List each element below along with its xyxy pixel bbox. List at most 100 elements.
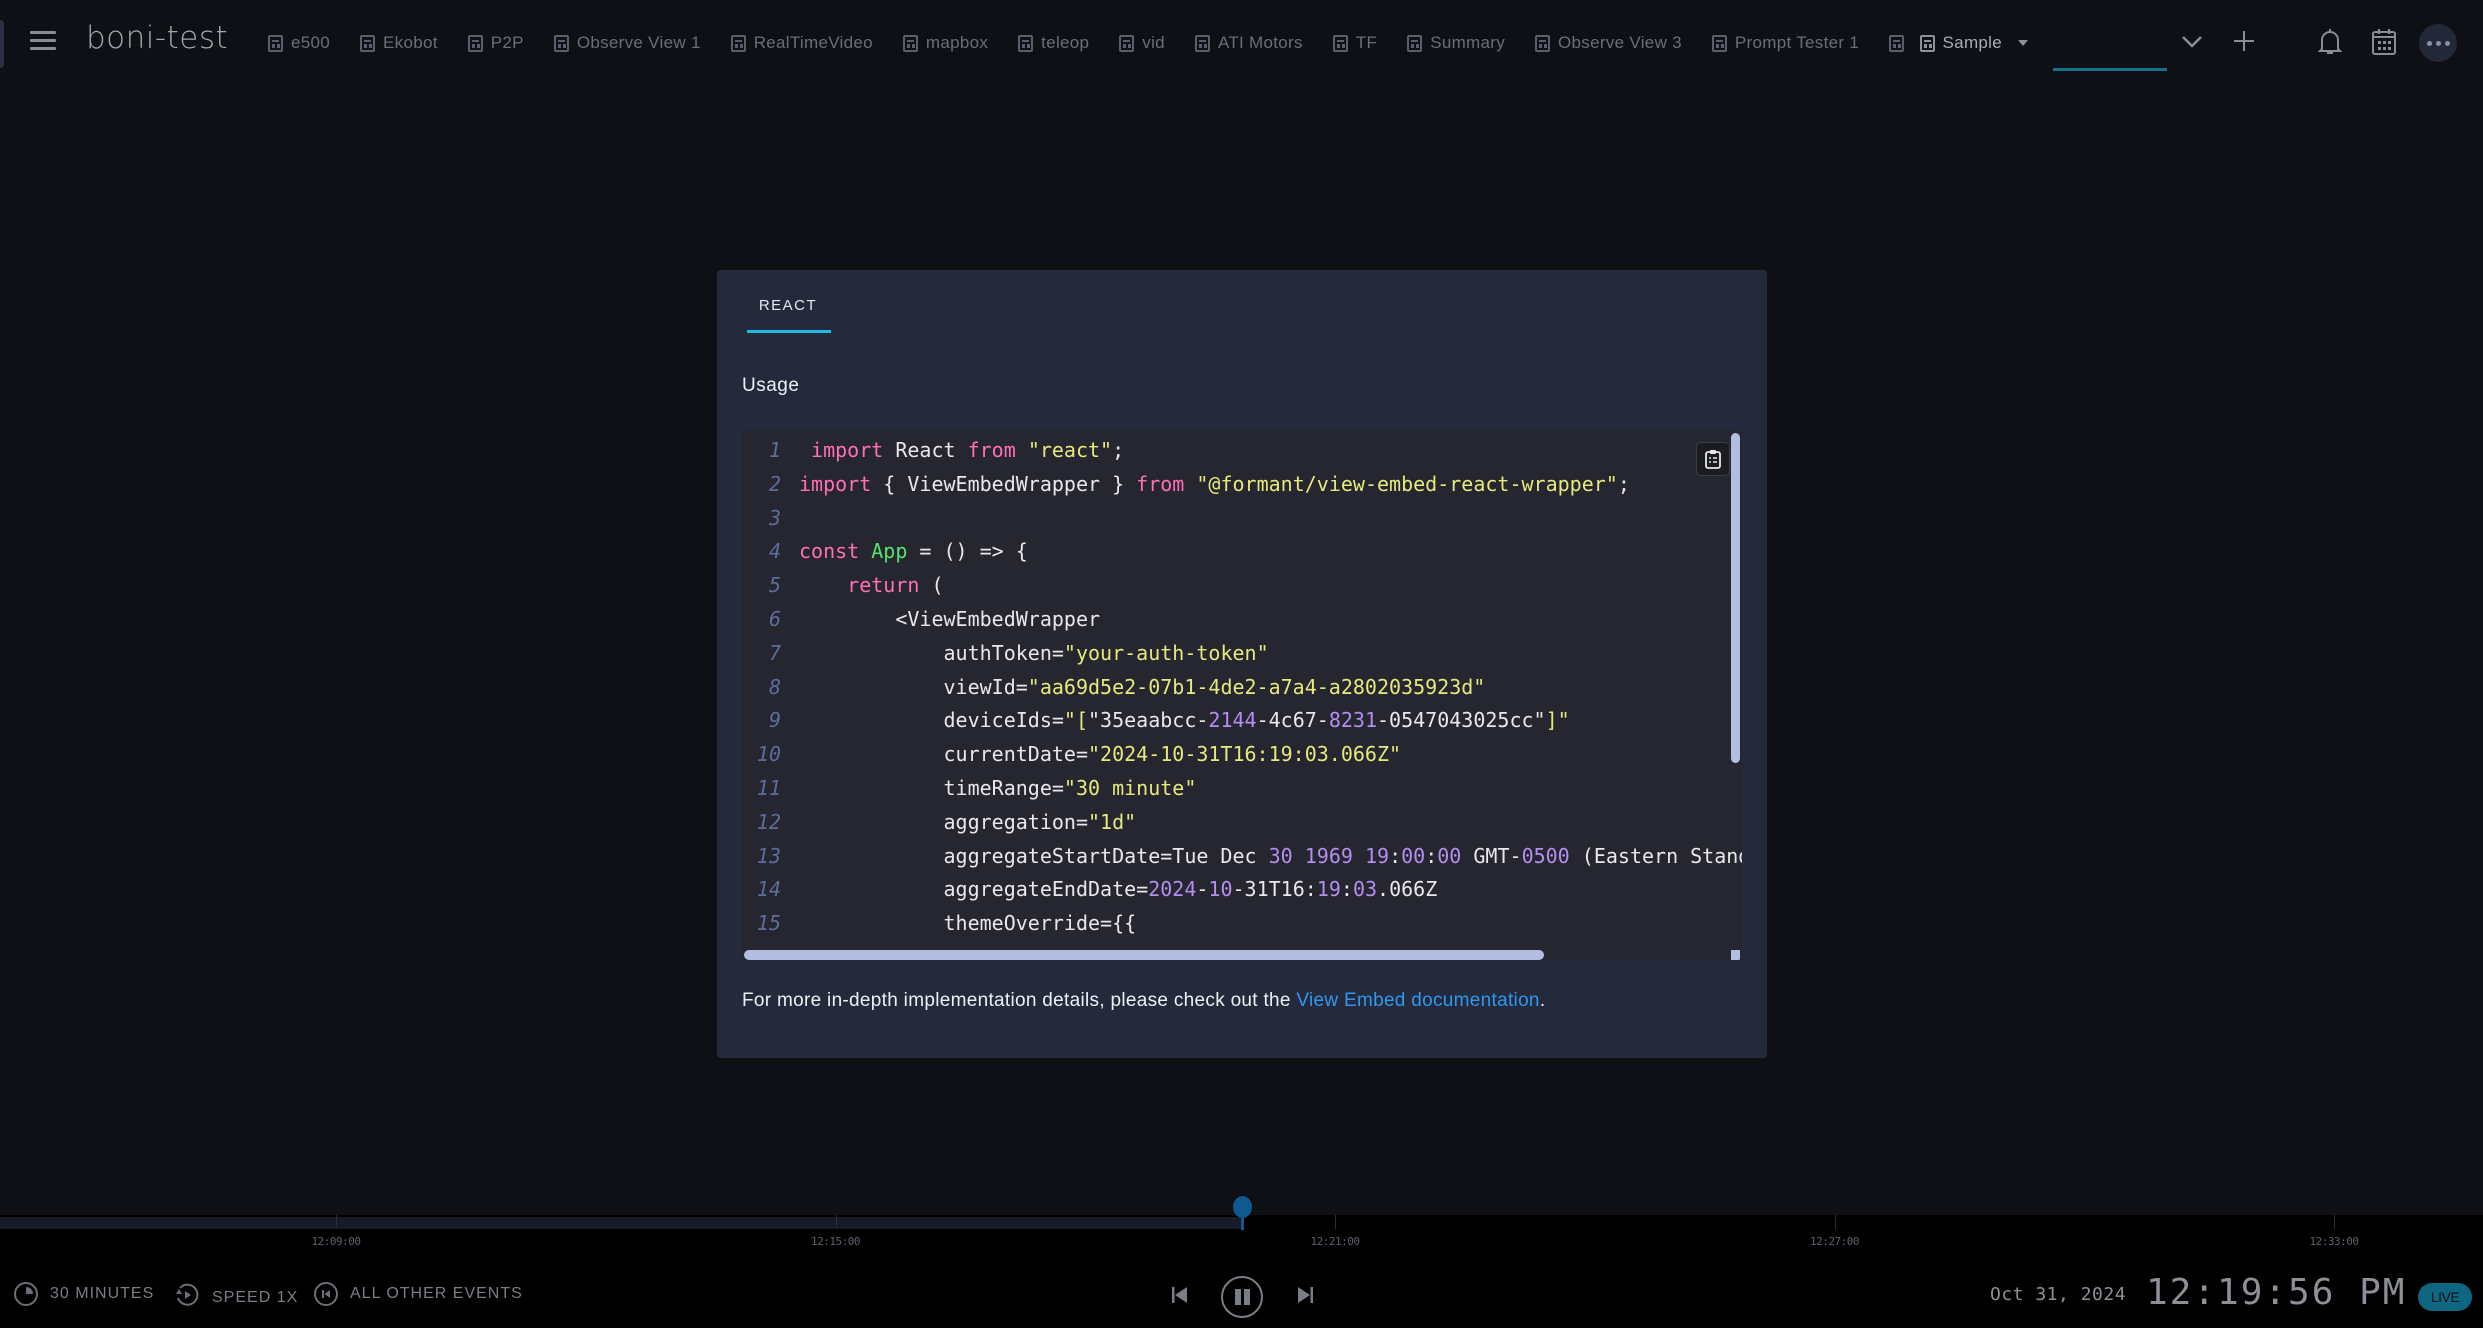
add-tab-button[interactable] xyxy=(2232,29,2256,53)
tick-mark xyxy=(2334,1215,2335,1229)
tab-realtimevideo[interactable]: RealTimeVideo xyxy=(730,33,873,53)
current-date: Oct 31, 2024 xyxy=(1990,1284,2127,1305)
code-line: 8 viewId="aa69d5e2-07b1-4de2-a7a4-a28020… xyxy=(742,671,1742,705)
code-token: -0547043025cc" xyxy=(1377,708,1546,733)
dashboard-icon xyxy=(1332,34,1348,52)
tick-label: 12:27:00 xyxy=(1810,1235,1859,1248)
menu-icon[interactable] xyxy=(30,31,56,53)
code-token: "your-auth-token" xyxy=(1063,640,1269,665)
time-range-button[interactable]: 30 MINUTES xyxy=(14,1282,154,1306)
vertical-scrollbar[interactable] xyxy=(1731,433,1740,763)
code-line: 6 <ViewEmbedWrapper xyxy=(742,603,1742,637)
code-token: App xyxy=(871,539,908,564)
code-token: return xyxy=(847,573,920,598)
code-text: aggregateEndDate=2024-10-31T16:19:03.066… xyxy=(799,873,1437,907)
tab-e500[interactable]: e500 xyxy=(268,33,330,53)
code-text: themeOverride={{ xyxy=(799,907,1136,941)
pause-button[interactable] xyxy=(1221,1276,1263,1318)
code-line: 7 authToken="your-auth-token" xyxy=(742,637,1742,671)
code-block: 1 import React from "react"; 2 import { Vi… xyxy=(742,430,1742,960)
line-number: 9 xyxy=(768,708,781,733)
tab-label: teleop xyxy=(1041,33,1090,52)
code-text: const App = () => { xyxy=(799,535,1028,569)
tab-react[interactable]: REACT xyxy=(747,297,829,314)
code-token: import xyxy=(811,438,884,462)
code-token: viewId= xyxy=(799,674,1028,699)
copy-button[interactable] xyxy=(1696,442,1730,476)
tab-sample[interactable]: Sample xyxy=(1919,33,2028,53)
timeline-scrubber[interactable] xyxy=(1233,1196,1252,1218)
skip-back-icon[interactable] xyxy=(1170,1285,1190,1305)
code-lines: 1 import React from "react"; 2 import { Vi… xyxy=(742,434,1742,941)
tab-ati-motors[interactable]: ATI Motors xyxy=(1194,33,1303,53)
tab-vid[interactable]: vid xyxy=(1119,33,1165,53)
bell-icon[interactable] xyxy=(2316,27,2344,57)
code-token: 03 xyxy=(1352,877,1378,902)
tab-observe-view-1[interactable]: Observe View 1 xyxy=(553,33,701,53)
tab-label: Sample xyxy=(1942,33,2002,52)
code-token: authToken= xyxy=(799,640,1064,665)
code-line: 4 const App = () => { xyxy=(742,535,1742,569)
horizontal-scrollbar[interactable] xyxy=(744,950,1544,960)
scrollbar-corner xyxy=(1731,950,1740,960)
skip-forward-icon[interactable] xyxy=(1295,1285,1315,1305)
tick-mark xyxy=(835,1215,837,1229)
line-number: 2 xyxy=(768,471,781,496)
speed-button[interactable]: SPEED 1X xyxy=(174,1282,298,1313)
tab-tf[interactable]: TF xyxy=(1332,33,1377,53)
code-token: : xyxy=(1389,843,1402,868)
tab-label: Ekobot xyxy=(383,33,438,52)
tab-label: e500 xyxy=(291,33,331,52)
chevron-down-icon[interactable] xyxy=(2180,30,2204,54)
code-line: 5 return ( xyxy=(742,569,1742,603)
tab-mapbox[interactable]: mapbox xyxy=(902,33,988,53)
code-text: return ( xyxy=(799,569,943,603)
dashboard-icon xyxy=(1919,34,1935,52)
skip-events-icon xyxy=(314,1282,338,1306)
code-line: 12 aggregation="1d" xyxy=(742,806,1742,840)
code-token: - xyxy=(1196,877,1209,902)
code-token: 8231 xyxy=(1328,708,1378,733)
dashboard-icon xyxy=(1535,34,1551,52)
tab-prompt-tester-1[interactable]: Prompt Tester 1 xyxy=(1711,33,1859,53)
view-tabs: e500 Ekobot P2P Observe View 1 RealTimeVideo… xyxy=(268,26,2058,60)
tab-p2p[interactable]: P2P xyxy=(467,33,524,53)
code-token: "react" xyxy=(1027,438,1113,462)
code-token: "@formant/view-embed-react-wrapper" xyxy=(1196,471,1618,496)
dashboard-icon xyxy=(1119,34,1135,52)
live-button[interactable]: LIVE xyxy=(2418,1283,2472,1311)
code-token: ; xyxy=(1112,438,1125,462)
code-token: GMT- xyxy=(1461,843,1522,868)
code-text: deviceIds="["35eaabcc-2144-4c67-8231-054… xyxy=(799,704,1570,738)
tab-ekobot[interactable]: Ekobot xyxy=(360,33,438,53)
active-tab-indicator xyxy=(2053,68,2167,71)
dashboard-icon xyxy=(553,34,569,52)
tab-everything[interactable]: everything xyxy=(1889,33,1914,53)
view-embed-docs-link[interactable]: View Embed documentation xyxy=(1296,990,1539,1011)
sidebar-handle[interactable] xyxy=(0,20,4,68)
code-text: authToken="your-auth-token" xyxy=(799,637,1269,671)
calendar-icon[interactable] xyxy=(2370,27,2398,57)
code-token: from xyxy=(967,438,1016,462)
tab-label: P2P xyxy=(490,33,524,52)
line-number: 7 xyxy=(768,640,781,665)
more-options-button[interactable] xyxy=(2419,24,2457,62)
code-text: <ViewEmbedWrapper xyxy=(799,603,1100,637)
app-title: boni-test xyxy=(86,20,229,56)
tab-observe-view-3[interactable]: Observe View 3 xyxy=(1535,33,1682,53)
code-token: aggregation= xyxy=(799,809,1088,834)
tab-summary[interactable]: Summary xyxy=(1407,33,1505,53)
code-line: 3 xyxy=(742,502,1742,536)
footer-note: For more in-depth implementation details… xyxy=(742,990,1545,1012)
dashboard-icon xyxy=(1018,34,1034,52)
line-number: 14 xyxy=(756,877,781,902)
events-filter-button[interactable]: ALL OTHER EVENTS xyxy=(314,1282,523,1306)
caret-down-icon[interactable] xyxy=(2018,40,2028,46)
code-token: aggregateEndDate= xyxy=(799,877,1149,902)
dashboard-icon xyxy=(1711,34,1727,52)
dashboard-icon xyxy=(360,34,376,52)
code-token: ]" xyxy=(1545,708,1570,733)
tab-teleop[interactable]: teleop xyxy=(1018,33,1089,53)
embed-code-dialog: REACT Usage 1 import React from "react";… xyxy=(717,270,1767,1058)
